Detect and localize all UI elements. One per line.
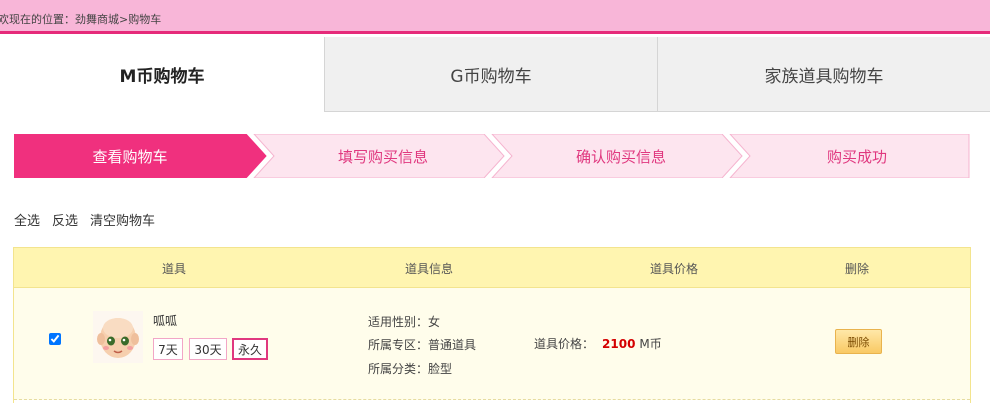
- breadcrumb-separator: >: [119, 13, 129, 26]
- item-price: 道具价格： 2100 M币: [534, 335, 662, 352]
- row-select-checkbox[interactable]: [49, 333, 61, 345]
- table-row: 呱呱 7天 30天 永久 适用性别：女 所属专区：普通道具 所属分类：脸型 道具…: [14, 288, 970, 400]
- table-header: 道具 道具信息 道具价格 删除: [14, 248, 970, 288]
- tab-family-item-cart[interactable]: 家族道具购物车: [657, 37, 990, 112]
- item-avatar: [93, 311, 143, 363]
- step-fill-info: 填写购买信息: [337, 147, 428, 166]
- step-view-cart: 查看购物车: [92, 147, 168, 166]
- price-label: 道具价格：: [534, 337, 595, 351]
- breadcrumb-prefix: 欢现在的位置：: [0, 13, 75, 26]
- breadcrumb-home-link[interactable]: 劲舞商城: [75, 13, 119, 26]
- tab-g-coin-cart[interactable]: G币购物车: [324, 37, 657, 112]
- checkout-steps: 查看购物车 填写购买信息 确认购买信息 购买成功: [14, 134, 970, 178]
- step-purchase-success: 购买成功: [826, 147, 887, 166]
- select-all-link[interactable]: 全选: [14, 214, 40, 229]
- bulk-actions: 全选 反选 清空购物车: [14, 210, 167, 229]
- column-header-price: 道具价格: [649, 261, 698, 276]
- breadcrumb-current: 购物车: [128, 13, 162, 26]
- tab-label: M币购物车: [119, 67, 205, 87]
- cart-table: 道具 道具信息 道具价格 删除 呱呱 7天 30天 永久 适用性别：女 所属专区…: [13, 247, 971, 403]
- clear-cart-link[interactable]: 清空购物车: [90, 214, 155, 229]
- duration-option-30-days[interactable]: 30天: [189, 338, 227, 360]
- delete-button[interactable]: 删除: [835, 329, 882, 354]
- column-header-item-info: 道具信息: [404, 261, 453, 276]
- item-gender: 适用性别：女: [368, 315, 441, 329]
- invert-selection-link[interactable]: 反选: [52, 214, 78, 229]
- duration-option-permanent[interactable]: 永久: [232, 338, 268, 360]
- column-header-delete: 删除: [844, 261, 869, 276]
- price-value: 2100: [602, 337, 636, 351]
- item-zone: 所属专区：普通道具: [368, 338, 477, 352]
- item-name: 呱呱: [153, 314, 178, 328]
- step-confirm-info: 确认购买信息: [575, 147, 666, 166]
- price-unit: M币: [639, 337, 662, 351]
- tab-label: G币购物车: [450, 66, 532, 87]
- top-bar: 欢现在的位置：劲舞商城>购物车: [0, 0, 990, 34]
- duration-option-7-days[interactable]: 7天: [153, 338, 183, 360]
- cart-tabs: M币购物车 G币购物车 家族道具购物车: [0, 37, 990, 112]
- item-category: 所属分类：脸型: [368, 362, 453, 376]
- tab-label: 家族道具购物车: [764, 66, 884, 87]
- tab-m-coin-cart[interactable]: M币购物车: [0, 37, 324, 112]
- column-header-item: 道具: [161, 261, 186, 276]
- breadcrumb: 欢现在的位置：劲舞商城>购物车: [0, 11, 161, 27]
